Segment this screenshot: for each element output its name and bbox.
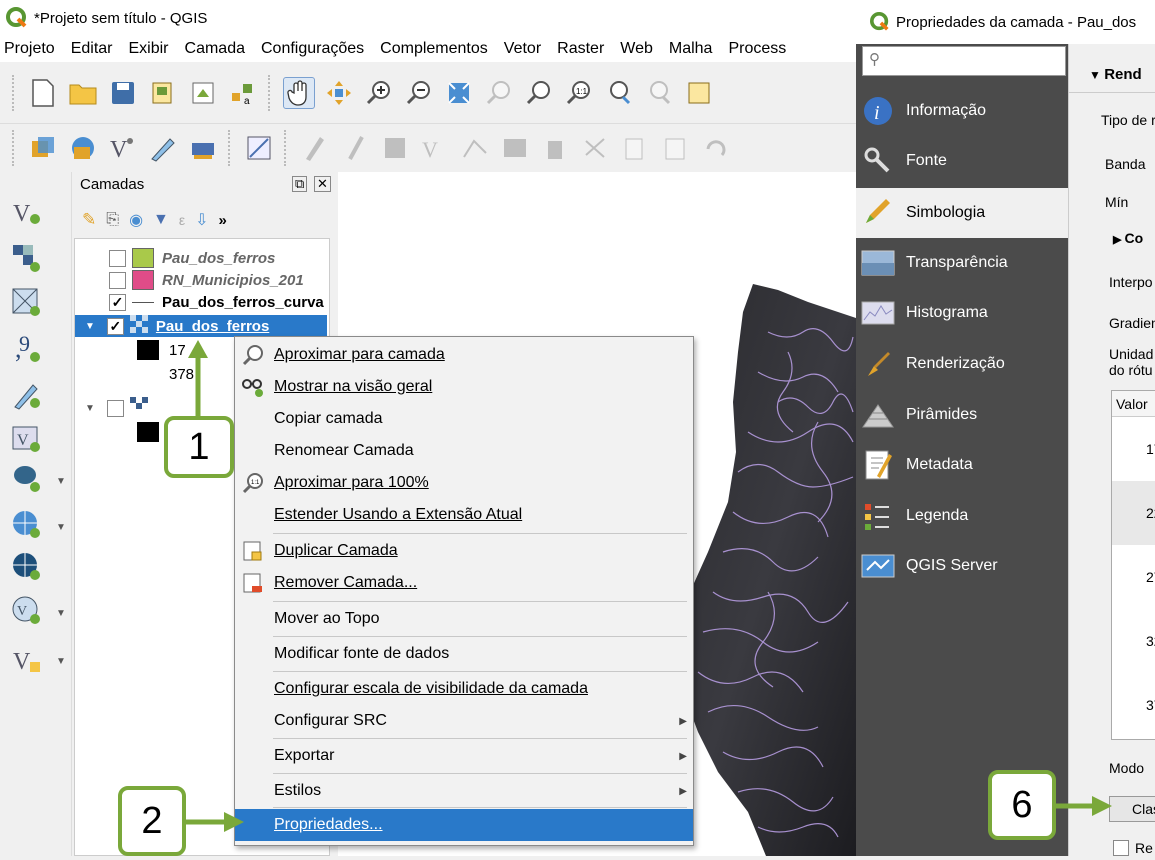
callout-step-2: 2 [118, 786, 186, 856]
arrow-head-right [1092, 796, 1112, 816]
arrow-head-right [224, 812, 244, 832]
callout-step-6: 6 [988, 770, 1056, 840]
arrow-head-up [188, 340, 208, 358]
callout-step-1: 1 [164, 416, 234, 478]
